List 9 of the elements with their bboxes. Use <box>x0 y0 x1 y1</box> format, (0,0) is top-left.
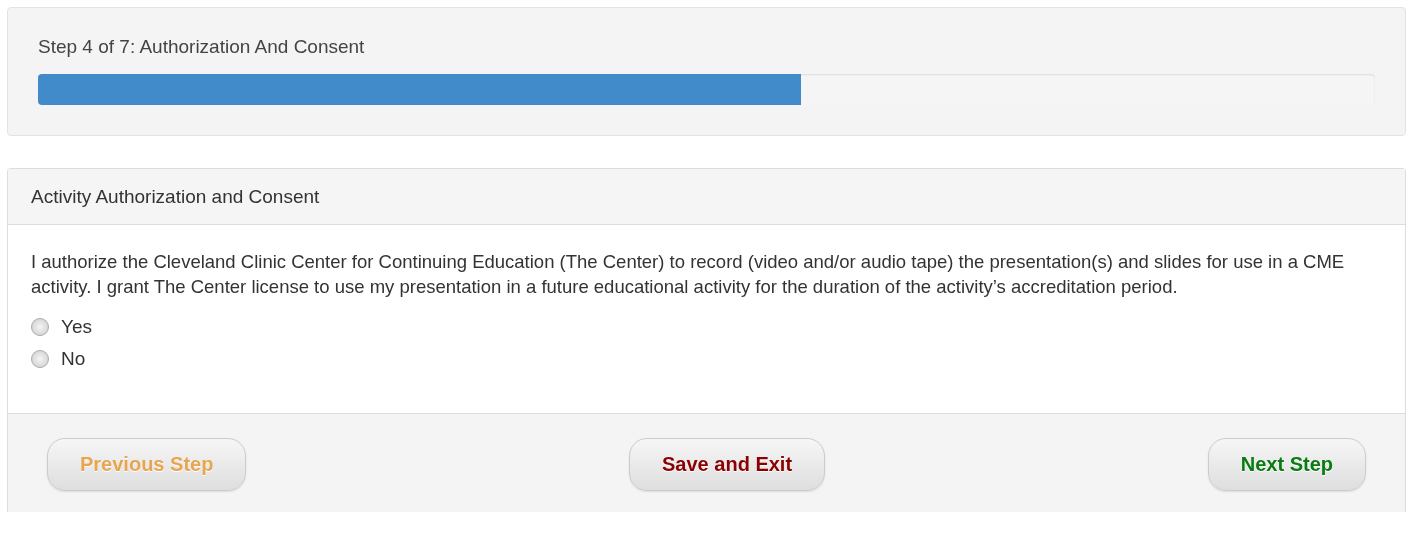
step-button[interactable]: Save and Exit <box>629 438 826 491</box>
option-label: Yes <box>61 316 92 338</box>
step-button[interactable]: Next Step <box>1207 438 1366 491</box>
consent-statement: I authorize the Cleveland Clinic Center for Continuing Education (The Center) to record (video and/or audio tape) the presentation(s) and slides for use in a CME activity. I grant The Center license to use my presentation in a future educational activity for the duration of the activity’s accreditation period. <box>31 250 1346 299</box>
step-label: Step 4 of 7: Authorization And Consent <box>38 36 366 58</box>
radio-button[interactable] <box>31 350 49 368</box>
panel-title: Activity Authorization and Consent <box>8 169 1405 225</box>
option-label: No <box>61 348 86 370</box>
radio-button[interactable] <box>31 318 49 336</box>
